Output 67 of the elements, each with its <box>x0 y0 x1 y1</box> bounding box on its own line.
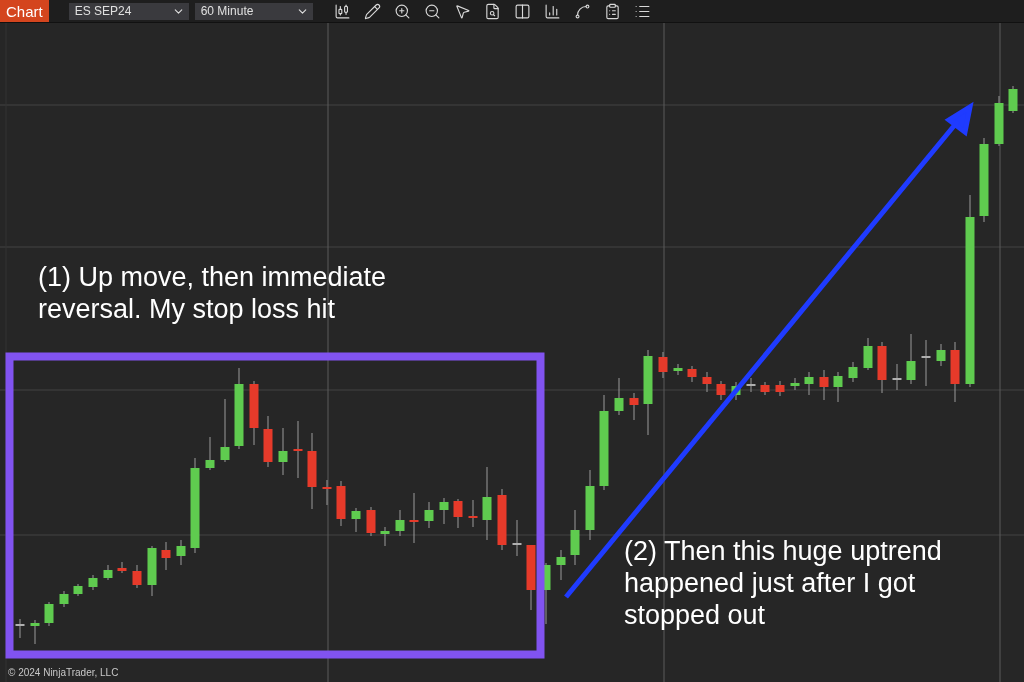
candlestick <box>263 415 273 468</box>
candlestick <box>44 601 54 627</box>
candlestick <box>687 365 697 383</box>
interval-dropdown[interactable]: 60 Minute <box>194 2 313 20</box>
candlestick <box>673 363 683 376</box>
candlestick <box>702 371 712 393</box>
candlestick <box>994 95 1004 147</box>
candlestick <box>804 371 814 396</box>
candlestick <box>556 549 566 581</box>
candlestick <box>950 341 960 403</box>
candlestick <box>775 380 785 397</box>
columns-icon[interactable] <box>512 1 533 21</box>
candlestick <box>205 436 215 471</box>
candlestick <box>59 590 69 608</box>
candlestick <box>512 519 522 557</box>
candlestick <box>1008 85 1018 114</box>
candlestick <box>936 343 946 367</box>
candlestick <box>103 564 113 581</box>
candlestick <box>395 509 405 537</box>
candlestick <box>716 380 726 401</box>
candlestick <box>249 380 259 446</box>
candlestick <box>921 339 931 387</box>
candlestick <box>439 497 449 525</box>
candlestick <box>453 498 463 529</box>
candlestick <box>833 371 843 403</box>
candlestick <box>88 574 98 591</box>
candlestick <box>819 369 829 401</box>
candlestick <box>585 469 595 541</box>
annotation-text: (2) Then this huge uptrend happened just after I got stopped out <box>624 535 943 631</box>
candlestick <box>746 377 756 393</box>
candlestick <box>409 492 419 544</box>
candlestick <box>424 501 434 529</box>
candlestick <box>497 488 507 551</box>
candlestick <box>366 506 376 537</box>
candlestick <box>906 333 916 385</box>
candlestick <box>30 619 40 645</box>
candlestick <box>322 479 332 506</box>
candlestick <box>161 541 171 571</box>
candlestick <box>351 507 361 533</box>
copyright-text: © 2024 NinjaTrader, LLC <box>8 667 119 678</box>
candlestick <box>293 420 303 479</box>
candlestick <box>73 583 83 597</box>
candlestick <box>15 618 25 639</box>
candlestick <box>468 499 478 528</box>
candlestick <box>220 398 230 463</box>
candlestick <box>526 544 536 611</box>
candlestick <box>892 363 902 391</box>
candlestick <box>863 337 873 371</box>
candlestick <box>570 509 580 566</box>
candlestick <box>760 381 770 396</box>
candlestick <box>629 392 639 421</box>
candlestick <box>278 427 288 476</box>
candlestick <box>132 564 142 589</box>
candlestick <box>614 377 624 416</box>
annotation-text: (1) Up move, then immediate reversal. My stop loss hit <box>38 261 388 325</box>
candlestick <box>147 545 157 597</box>
pencil-icon[interactable] <box>362 1 383 21</box>
candlestick <box>790 377 800 391</box>
candlestick <box>877 341 887 394</box>
candlestick <box>848 361 858 383</box>
candlestick <box>176 539 186 566</box>
candlestick <box>380 526 390 547</box>
chart-tab[interactable]: Chart <box>0 0 49 22</box>
candlestick <box>658 351 668 379</box>
instrument-dropdown[interactable]: ES SEP24 <box>68 2 189 20</box>
candlestick <box>336 480 346 527</box>
candlestick <box>117 561 127 574</box>
